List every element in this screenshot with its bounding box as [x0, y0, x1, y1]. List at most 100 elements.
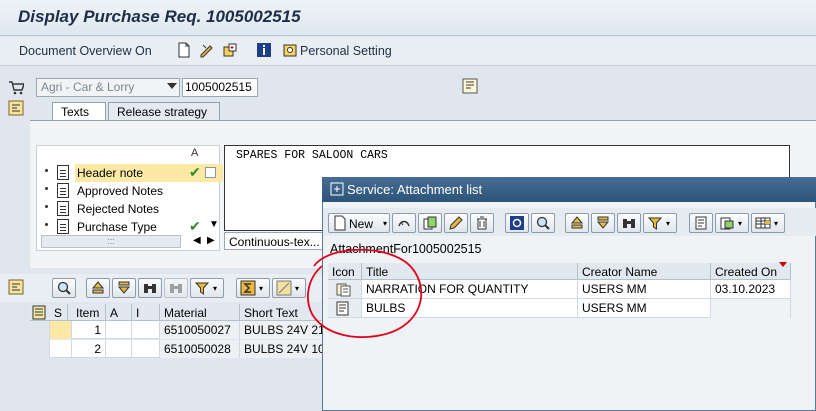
export-button[interactable]: ▾ — [715, 213, 749, 233]
column-header-item[interactable]: Item — [72, 304, 106, 321]
delete-button[interactable] — [470, 213, 494, 233]
column-header-s[interactable]: S — [50, 304, 68, 321]
export-icon — [719, 215, 735, 231]
link-icon — [396, 215, 412, 231]
display-button[interactable] — [531, 213, 555, 233]
item-cell: 1 — [72, 321, 106, 339]
document-number-field[interactable]: 1005002515 — [182, 78, 258, 97]
list-item[interactable]: Approved Notes — [37, 182, 221, 200]
list-item[interactable]: Rejected Notes — [37, 200, 221, 218]
edit-pencil-icon[interactable] — [199, 42, 215, 58]
filter-button[interactable]: ▾ — [190, 278, 224, 298]
magnifier-icon — [535, 215, 551, 231]
dropdown-arrow-icon: ▾ — [738, 219, 743, 228]
document-icon — [57, 201, 69, 216]
find-next-button[interactable] — [164, 278, 188, 298]
find-button[interactable] — [138, 278, 162, 298]
document-icon — [57, 165, 69, 180]
column-header-creator[interactable]: Creator Name — [578, 263, 711, 280]
shopping-cart-icon[interactable] — [8, 79, 24, 95]
scroll-right-icon[interactable]: ▶ — [207, 235, 215, 246]
annotation-circle — [307, 248, 423, 338]
list-item-label: Rejected Notes — [77, 202, 160, 216]
scroll-left-icon[interactable]: ◀ — [193, 235, 201, 246]
bullet-icon — [45, 187, 48, 190]
new-button-label: New — [349, 217, 374, 231]
list-item[interactable]: Purchase Type ✔ ▼ — [37, 218, 221, 236]
dropdown-arrow-icon: ▾ — [213, 284, 218, 293]
checkmark-icon: ✔ — [189, 164, 201, 180]
table-row[interactable]: 2 6510050028 BULBS 24V 10 — [30, 340, 324, 358]
personal-setting-button[interactable]: Personal Setting — [300, 44, 392, 58]
checkbox[interactable] — [205, 167, 216, 178]
pencil-icon — [448, 215, 464, 231]
edit-button[interactable] — [444, 213, 468, 233]
table-row[interactable]: 1 6510050027 BULBS 24V 21 — [30, 321, 324, 339]
refresh-icon — [509, 215, 525, 231]
horizontal-scrollbar[interactable]: ::: — [41, 235, 181, 248]
scroll-down-icon[interactable]: ▼ — [209, 219, 219, 230]
dropdown-arrow-icon: ▾ — [259, 284, 264, 293]
sort-indicator-icon — [779, 262, 787, 267]
row-selector[interactable] — [30, 340, 50, 358]
subtotal-icon — [276, 280, 292, 296]
expand-items-icon[interactable] — [8, 279, 24, 295]
personal-setting-icon[interactable] — [282, 42, 298, 58]
dialog-title-bar: Service: Attachment list — [322, 177, 816, 202]
bullet-icon — [45, 205, 48, 208]
list-item[interactable]: Header note ✔ — [37, 164, 223, 182]
column-header-i[interactable]: I — [132, 304, 160, 321]
details-button[interactable] — [52, 278, 76, 298]
column-header-a[interactable]: A — [106, 304, 132, 321]
row-selector[interactable] — [30, 321, 50, 339]
document-overview-button[interactable]: Document Overview On — [19, 44, 152, 58]
new-document-icon[interactable] — [176, 42, 192, 58]
dialog-title: Service: Attachment list — [347, 182, 483, 197]
link-button[interactable] — [392, 213, 416, 233]
binoculars-icon — [621, 215, 637, 231]
binoculars-next-icon — [168, 280, 184, 296]
dropdown-arrow-icon: ▾ — [774, 219, 779, 228]
document-type-select[interactable]: Agri - Car & Lorry — [36, 78, 180, 97]
new-attachment-button[interactable]: New ▾ — [328, 213, 390, 233]
info-icon[interactable] — [256, 42, 272, 58]
chevron-down-icon — [167, 83, 177, 89]
dropdown-arrow-icon: ▾ — [295, 284, 300, 293]
material-cell: 6510050028 — [160, 340, 240, 358]
sigma-icon — [240, 280, 256, 296]
document-icon — [57, 219, 69, 234]
filter-icon — [194, 280, 210, 296]
item-category-cell — [132, 321, 160, 339]
tab-release-strategy[interactable]: Release strategy — [108, 102, 220, 121]
attachment-date-cell — [711, 299, 791, 318]
sort-descending-button[interactable] — [591, 213, 615, 233]
bullet-icon — [45, 223, 48, 226]
filter-button[interactable]: ▾ — [643, 213, 677, 233]
layout-button[interactable]: ▾ — [751, 213, 785, 233]
checkmark-icon: ✔ — [189, 218, 201, 234]
sort-descending-icon — [116, 280, 132, 296]
sort-ascending-button[interactable] — [565, 213, 589, 233]
copy-icon — [422, 215, 438, 231]
list-item-label: Purchase Type — [77, 220, 157, 234]
account-cell — [106, 340, 132, 358]
list-column-header: A — [191, 147, 199, 159]
other-document-icon[interactable] — [222, 42, 238, 58]
print-button[interactable] — [689, 213, 713, 233]
copy-button[interactable] — [418, 213, 442, 233]
refresh-button[interactable] — [505, 213, 529, 233]
attachment-date-cell: 03.10.2023 — [711, 280, 791, 299]
tab-texts[interactable]: Texts — [52, 102, 106, 121]
sort-ascending-button[interactable] — [86, 278, 110, 298]
status-cell — [50, 340, 72, 358]
document-icon — [57, 183, 69, 198]
new-document-icon — [332, 215, 348, 231]
document-detail-icon[interactable] — [462, 78, 478, 94]
find-button[interactable] — [617, 213, 641, 233]
text-type-list: A Header note ✔ Approved Notes Rejected … — [36, 145, 223, 251]
dropdown-arrow-icon: ▾ — [666, 219, 671, 228]
column-header-material[interactable]: Material — [160, 304, 240, 321]
expand-header-icon[interactable] — [8, 100, 24, 116]
sort-descending-button[interactable] — [112, 278, 136, 298]
sum-button[interactable]: ▾ — [236, 278, 270, 298]
